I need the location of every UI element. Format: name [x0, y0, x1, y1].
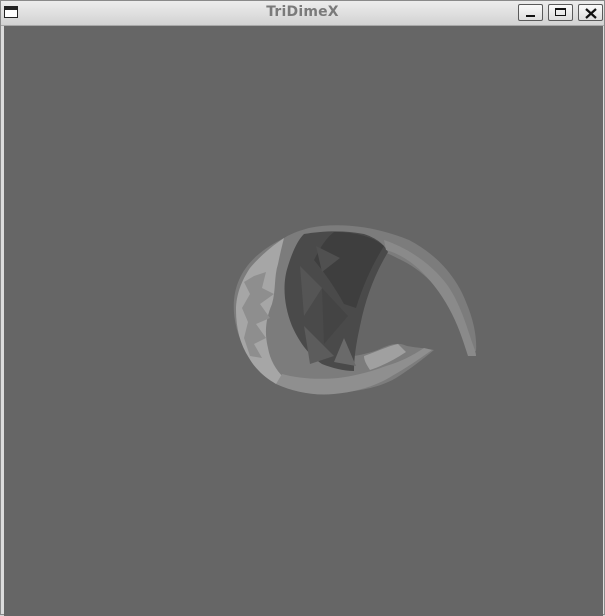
3d-viewport[interactable] — [4, 26, 603, 616]
close-icon — [585, 8, 597, 19]
close-button[interactable] — [578, 4, 603, 21]
window-title: TriDimeX — [266, 4, 339, 20]
maximize-button[interactable] — [548, 4, 573, 21]
3d-mesh-model[interactable] — [4, 26, 603, 616]
app-window: TriDimeX — [0, 0, 605, 616]
title-bar[interactable]: TriDimeX — [1, 1, 604, 26]
minimize-button[interactable] — [518, 4, 543, 21]
